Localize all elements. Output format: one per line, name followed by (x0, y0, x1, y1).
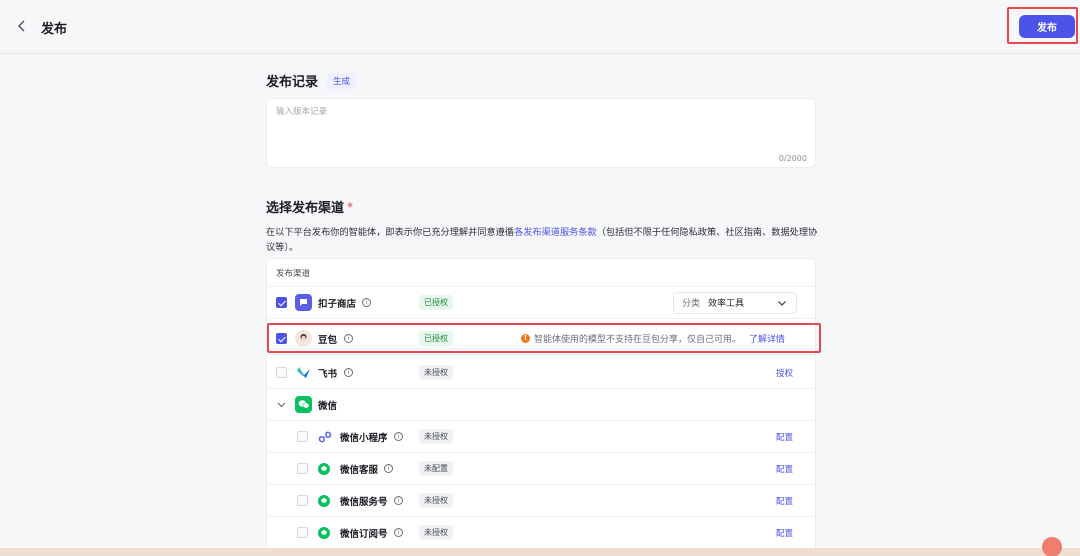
wechat-subscription-account-checkbox[interactable] (297, 527, 308, 538)
wechat-service-account-name: 微信服务号 (340, 496, 388, 508)
wechat-mini-program-checkbox[interactable] (297, 431, 308, 442)
channel-row-koz-store: 扣子商店 i 已授权 分类 效率工具 (267, 287, 815, 319)
feishu-name: 飞书 (318, 368, 338, 380)
wechat-subscription-account-status-badge: 未授权 (419, 525, 453, 540)
wechat-icon (295, 396, 312, 413)
wechat-mini-program-config-link[interactable]: 配置 (776, 431, 793, 443)
bottom-strip (0, 548, 1080, 556)
feishu-checkbox[interactable] (276, 367, 287, 378)
category-value: 效率工具 (708, 299, 745, 309)
channel-title: 选择发布渠道 (266, 201, 345, 216)
wechat-mini-program-status-badge: 未授权 (419, 429, 453, 444)
publish-button[interactable]: 发布 (1019, 15, 1075, 38)
char-count: 0/2000 (778, 154, 807, 163)
category-select[interactable]: 分类 效率工具 (673, 291, 797, 314)
record-title: 发布记录 (266, 75, 319, 90)
feishu-icon (295, 364, 312, 381)
wechat-subscription-account-config-link[interactable]: 配置 (776, 527, 793, 539)
wechat-customer-service-name: 微信客服 (340, 464, 379, 476)
channel-description: 在以下平台发布你的智能体，即表示你已充分理解并同意遵循各发布渠道服务条款（包括但… (266, 225, 818, 255)
chevron-down-icon (778, 300, 786, 306)
terms-link[interactable]: 各发布渠道服务条款 (514, 227, 597, 238)
channel-header: 选择发布渠道 * (266, 197, 354, 217)
channel-row-feishu: 飞书 i 未授权 授权 (267, 357, 815, 389)
wechat-bubble-icon (318, 526, 330, 539)
channel-table: 发布渠道 扣子商店 i 已授权 分类 效率工具 豆包 i 已授权 ! 智能体使用… (266, 258, 816, 556)
wechat-name: 微信 (318, 400, 338, 412)
channel-row-wechat-mini-program: 微信小程序 i 未授权 配置 (267, 421, 815, 453)
doubao-row-highlight (267, 323, 821, 353)
wechat-customer-service-checkbox[interactable] (297, 463, 308, 474)
info-icon[interactable]: i (394, 432, 403, 441)
info-icon[interactable]: i (394, 528, 403, 537)
assistant-avatar[interactable] (1042, 537, 1062, 556)
record-header: 发布记录 生成 (266, 71, 357, 90)
koz-store-icon (295, 294, 312, 311)
wechat-service-account-status-badge: 未授权 (419, 493, 453, 508)
wechat-customer-service-config-link[interactable]: 配置 (776, 463, 793, 475)
chevron-left-icon (18, 20, 25, 32)
wechat-service-account-checkbox[interactable] (297, 495, 308, 506)
required-mark: * (347, 199, 354, 214)
back-button[interactable] (12, 16, 32, 36)
channel-row-wechat-service-account: 微信服务号 i 未授权 配置 (267, 485, 815, 517)
table-header: 发布渠道 (267, 259, 815, 287)
top-bar: 发布 (0, 0, 1080, 54)
wechat-subscription-account-name: 微信订阅号 (340, 528, 388, 540)
koz-store-checkbox[interactable] (276, 297, 287, 308)
feishu-authorize-link[interactable]: 授权 (776, 367, 793, 379)
record-input-box: 0/2000 (266, 98, 816, 168)
info-icon[interactable]: i (362, 298, 371, 307)
info-icon[interactable]: i (344, 368, 353, 377)
category-label: 分类 (682, 299, 701, 309)
info-icon[interactable]: i (394, 496, 403, 505)
wechat-customer-service-status-badge: 未配置 (419, 461, 453, 476)
wechat-mini-program-name: 微信小程序 (340, 432, 388, 444)
channel-row-wechat-customer-service: 微信客服 i 未配置 配置 (267, 453, 815, 485)
channel-group-wechat[interactable]: 微信 (267, 389, 815, 421)
koz-store-name: 扣子商店 (318, 298, 357, 310)
chevron-down-icon[interactable] (276, 399, 287, 410)
info-icon[interactable]: i (384, 464, 393, 473)
channel-row-wechat-subscription-account: 微信订阅号 i 未授权 配置 (267, 517, 815, 549)
feishu-status-badge: 未授权 (419, 365, 453, 380)
koz-store-status-badge: 已授权 (419, 295, 453, 310)
record-input[interactable] (267, 99, 815, 167)
mini-program-icon (316, 428, 333, 445)
wechat-bubble-icon (318, 462, 330, 475)
page-title: 发布 (41, 22, 68, 37)
generate-button[interactable]: 生成 (327, 72, 357, 89)
wechat-service-account-config-link[interactable]: 配置 (776, 495, 793, 507)
desc-prefix: 在以下平台发布你的智能体，即表示你已充分理解并同意遵循 (266, 227, 515, 238)
wechat-bubble-icon (318, 494, 330, 507)
